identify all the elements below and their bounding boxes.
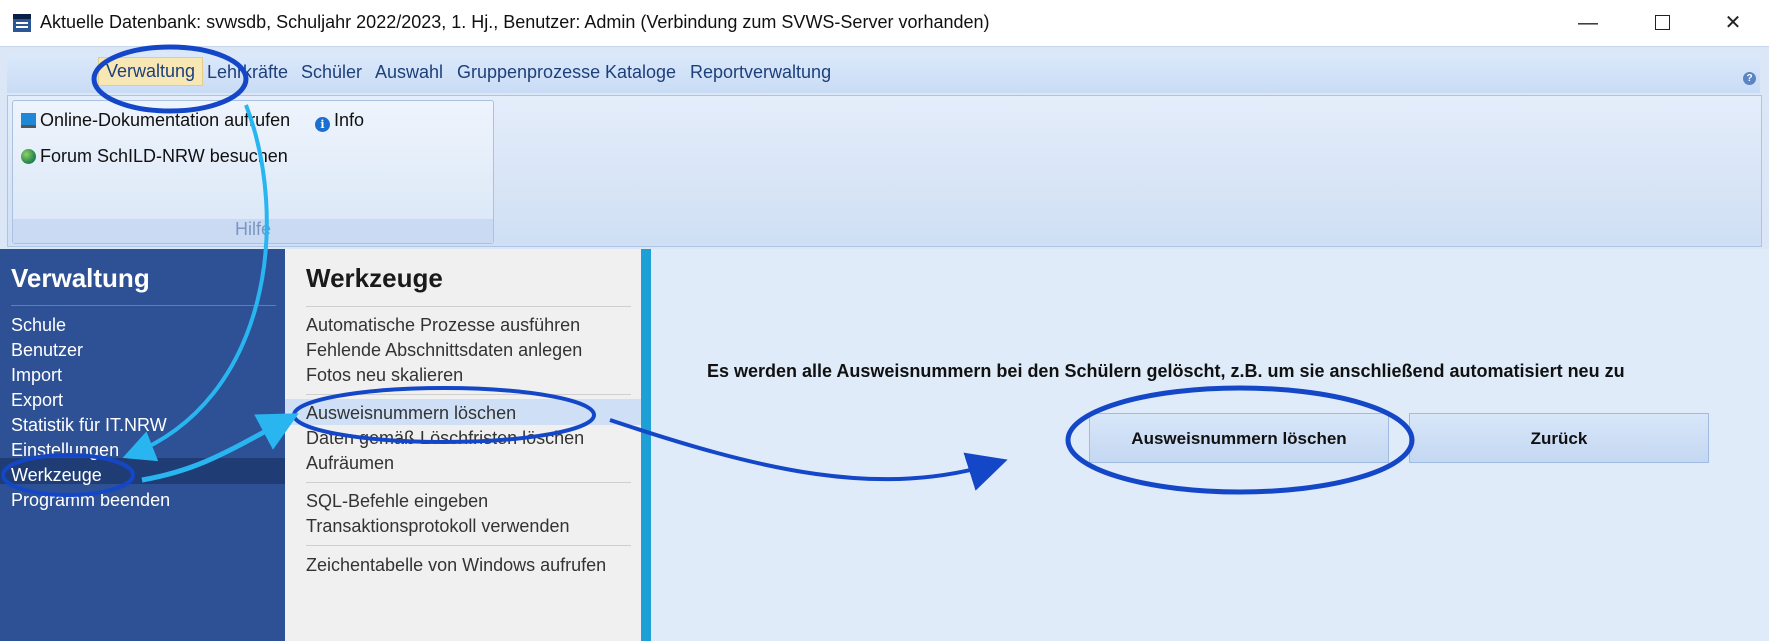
tab-reportverwaltung[interactable]: Reportverwaltung <box>690 62 831 83</box>
sidebar-item-schule[interactable]: Schule <box>11 315 66 336</box>
tab-lehrkraefte[interactable]: Lehrkräfte <box>207 62 288 83</box>
app-icon <box>13 14 31 32</box>
maximize-button[interactable] <box>1637 8 1687 38</box>
sidebar: Verwaltung Schule Benutzer Import Export… <box>0 249 285 641</box>
sidebar-item-einstellungen[interactable]: Einstellungen <box>11 440 119 461</box>
forum-button[interactable]: Forum SchILD-NRW besuchen <box>21 146 288 167</box>
close-button[interactable]: ✕ <box>1708 8 1758 38</box>
sidebar-item-benutzer[interactable]: Benutzer <box>11 340 83 361</box>
tool-sql-befehle[interactable]: SQL-Befehle eingeben <box>306 491 488 512</box>
tool-transaktionsprotokoll[interactable]: Transaktionsprotokoll verwenden <box>306 516 569 537</box>
info-label: Info <box>334 110 365 130</box>
globe-icon <box>21 149 36 164</box>
tools-title: Werkzeuge <box>306 263 443 293</box>
tab-gruppenprozesse[interactable]: Gruppenprozesse <box>457 62 600 83</box>
info-icon: i <box>315 117 330 132</box>
sidebar-item-export[interactable]: Export <box>11 390 63 411</box>
ribbon-group-hilfe: Online-Dokumentation aufrufen i Info Foru… <box>12 100 494 244</box>
group-label-hilfe: Hilfe <box>13 219 493 243</box>
sidebar-divider <box>11 305 276 306</box>
sidebar-item-import[interactable]: Import <box>11 365 62 386</box>
info-button[interactable]: i Info <box>315 110 364 132</box>
accent-divider <box>641 249 651 641</box>
tools-divider <box>306 306 631 307</box>
ribbon: Verwaltung Lehrkräfte Schüler Auswahl Gr… <box>0 46 1769 250</box>
tools-panel: Werkzeuge Automatische Prozesse ausführe… <box>285 249 641 641</box>
online-documentation-label: Online-Dokumentation aufrufen <box>40 110 291 130</box>
tab-verwaltung[interactable]: Verwaltung <box>98 57 204 86</box>
tab-auswahl[interactable]: Auswahl <box>375 62 443 83</box>
tools-divider <box>306 394 631 395</box>
maximize-icon <box>1654 15 1670 30</box>
tools-divider <box>306 545 631 546</box>
tool-loeschfristen[interactable]: Daten gemäß Löschfristen löschen <box>306 428 584 449</box>
sidebar-item-statistik[interactable]: Statistik für IT.NRW <box>11 415 167 436</box>
ribbon-tab-bar: Verwaltung Lehrkräfte Schüler Auswahl Gr… <box>7 53 1760 93</box>
delete-ausweisnummern-button[interactable]: Ausweisnummern löschen <box>1089 413 1389 463</box>
description-text: Es werden alle Ausweisnummern bei den Sc… <box>707 361 1625 381</box>
forum-label: Forum SchILD-NRW besuchen <box>40 146 288 166</box>
minimize-button[interactable]: — <box>1563 8 1613 38</box>
tool-aufraeumen[interactable]: Aufräumen <box>306 453 394 474</box>
sidebar-item-programm-beenden[interactable]: Programm beenden <box>11 490 170 511</box>
tool-zeichentabelle[interactable]: Zeichentabelle von Windows aufrufen <box>306 555 606 576</box>
tool-fotos-skalieren[interactable]: Fotos neu skalieren <box>306 365 463 386</box>
tool-automatische-prozesse[interactable]: Automatische Prozesse ausführen <box>306 315 580 336</box>
tools-divider <box>306 482 631 483</box>
main-content: Es werden alle Ausweisnummern bei den Sc… <box>651 249 1769 641</box>
title-bar: Aktuelle Datenbank: svwsdb, Schuljahr 20… <box>0 0 1769 46</box>
back-button[interactable]: Zurück <box>1409 413 1709 463</box>
sidebar-item-werkzeuge[interactable]: Werkzeuge <box>11 465 102 486</box>
monitor-icon <box>21 113 36 128</box>
tab-schueler[interactable]: Schüler <box>301 62 362 83</box>
ribbon-body: Online-Dokumentation aufrufen i Info Foru… <box>7 95 1762 247</box>
window-title: Aktuelle Datenbank: svwsdb, Schuljahr 20… <box>40 12 990 32</box>
tab-kataloge[interactable]: Kataloge <box>605 62 676 83</box>
online-documentation-button[interactable]: Online-Dokumentation aufrufen <box>21 110 290 131</box>
tool-ausweisnummern-loeschen[interactable]: Ausweisnummern löschen <box>306 403 516 424</box>
sidebar-title: Verwaltung <box>11 263 150 293</box>
help-icon[interactable]: ? <box>1743 72 1756 85</box>
tool-fehlende-abschnittsdaten[interactable]: Fehlende Abschnittsdaten anlegen <box>306 340 582 361</box>
